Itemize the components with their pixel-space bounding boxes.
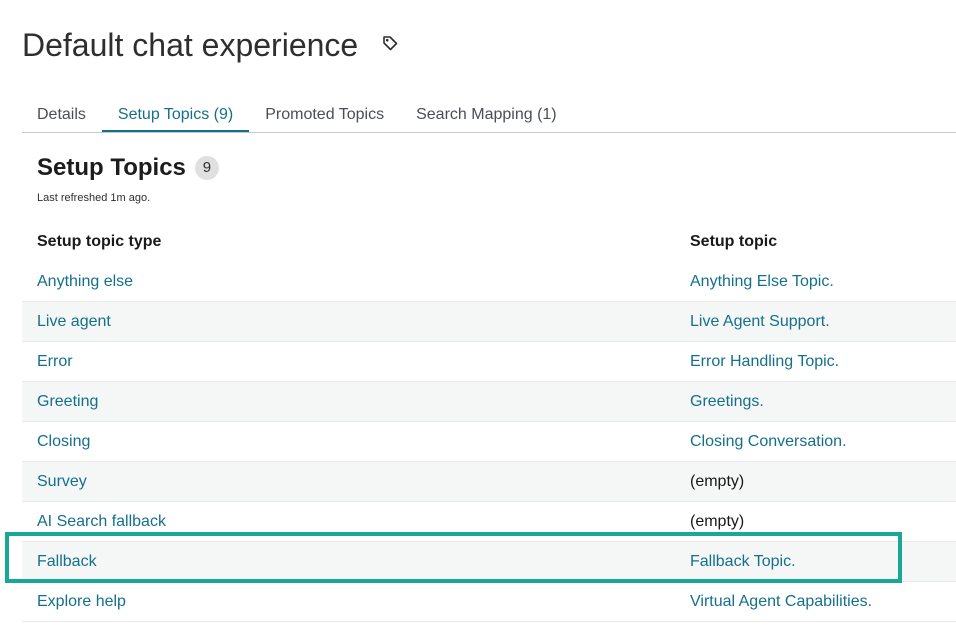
setup-topic-link[interactable]: Anything Else Topic. bbox=[690, 273, 956, 291]
setup-topic-link[interactable]: Virtual Agent Capabilities. bbox=[690, 593, 956, 611]
section-header: Setup Topics 9 bbox=[37, 154, 219, 182]
setup-topic-link[interactable]: Closing Conversation. bbox=[690, 433, 956, 451]
setup-topic-type-link[interactable]: Anything else bbox=[22, 273, 690, 291]
table-row: Anything else Anything Else Topic. bbox=[22, 262, 956, 302]
tab-details[interactable]: Details bbox=[22, 100, 102, 132]
tab-search-mapping[interactable]: Search Mapping (1) bbox=[400, 100, 573, 132]
tab-promoted-topics[interactable]: Promoted Topics bbox=[249, 100, 400, 132]
setup-topic-type-link[interactable]: Fallback bbox=[22, 553, 690, 571]
setup-topic-type-link[interactable]: Closing bbox=[22, 433, 690, 451]
setup-topic-type-link[interactable]: AI Search fallback bbox=[22, 513, 690, 531]
setup-topic-link[interactable]: Greetings. bbox=[690, 393, 956, 411]
setup-topics-table: Setup topic type Setup topic Anything el… bbox=[22, 222, 956, 622]
tag-icon[interactable] bbox=[382, 35, 398, 51]
page-header: Default chat experience bbox=[22, 26, 398, 64]
setup-topic-type-link[interactable]: Survey bbox=[22, 473, 690, 491]
setup-topic-type-link[interactable]: Explore help bbox=[22, 593, 690, 611]
table-row: Error Error Handling Topic. bbox=[22, 342, 956, 382]
table-row: Closing Closing Conversation. bbox=[22, 422, 956, 462]
setup-topic-type-link[interactable]: Greeting bbox=[22, 393, 690, 411]
tab-setup-topics[interactable]: Setup Topics (9) bbox=[101, 100, 250, 132]
table-row: Explore help Virtual Agent Capabilities. bbox=[22, 582, 956, 622]
setup-topic-link[interactable]: Live Agent Support. bbox=[690, 313, 956, 331]
table-row: Live agent Live Agent Support. bbox=[22, 302, 956, 342]
page-title: Default chat experience bbox=[22, 27, 359, 63]
table-row: Greeting Greetings. bbox=[22, 382, 956, 422]
table-header-row: Setup topic type Setup topic bbox=[22, 222, 956, 262]
last-refreshed-text: Last refreshed 1m ago. bbox=[37, 192, 151, 204]
section-title: Setup Topics bbox=[37, 154, 186, 181]
setup-topic-type-link[interactable]: Error bbox=[22, 353, 690, 371]
table-row: Fallback Fallback Topic. bbox=[22, 542, 956, 582]
column-header-type: Setup topic type bbox=[37, 233, 162, 250]
setup-topic-type-link[interactable]: Live agent bbox=[22, 313, 690, 331]
setup-topic-empty: (empty) bbox=[690, 472, 745, 490]
setup-topic-link[interactable]: Error Handling Topic. bbox=[690, 353, 956, 371]
table-row: AI Search fallback (empty) bbox=[22, 502, 956, 542]
setup-topic-link[interactable]: Fallback Topic. bbox=[690, 553, 956, 571]
table-row: Survey (empty) bbox=[22, 462, 956, 502]
setup-topic-empty: (empty) bbox=[690, 512, 745, 530]
count-badge: 9 bbox=[194, 156, 219, 180]
column-header-topic: Setup topic bbox=[690, 233, 778, 250]
tab-bar: Details Setup Topics (9) Promoted Topics… bbox=[22, 100, 956, 133]
